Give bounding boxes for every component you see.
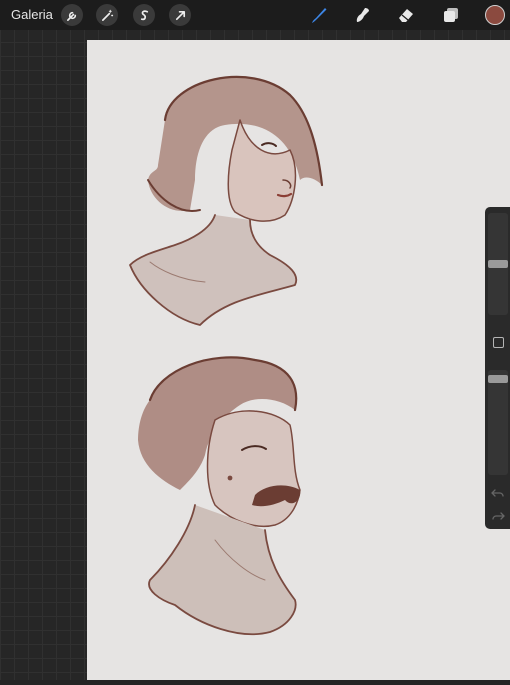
woman-portrait-sketch <box>129 75 324 326</box>
brush-size-slider-thumb[interactable] <box>488 260 508 268</box>
smudge-icon[interactable] <box>351 4 373 26</box>
layers-icon[interactable] <box>440 4 462 26</box>
redo-icon[interactable] <box>491 510 505 528</box>
adjustments-magic-wand-icon[interactable] <box>96 4 118 26</box>
drawing-canvas[interactable] <box>87 40 510 680</box>
eraser-icon[interactable] <box>395 4 417 26</box>
brush-icon[interactable] <box>308 4 330 26</box>
man-with-mustache-portrait-sketch <box>138 356 301 636</box>
selection-s-icon[interactable] <box>133 4 155 26</box>
gallery-button[interactable]: Galeria <box>11 7 53 22</box>
top-toolbar: Galeria <box>0 0 510 30</box>
modify-button-square-icon[interactable] <box>493 337 504 348</box>
sketch-artwork <box>129 75 324 636</box>
transform-arrow-icon[interactable] <box>169 4 191 26</box>
opacity-slider[interactable] <box>488 370 508 475</box>
color-picker-swatch[interactable] <box>485 5 505 25</box>
actions-wrench-icon[interactable] <box>61 4 83 26</box>
opacity-slider-thumb[interactable] <box>488 374 508 383</box>
undo-icon[interactable] <box>491 487 505 505</box>
